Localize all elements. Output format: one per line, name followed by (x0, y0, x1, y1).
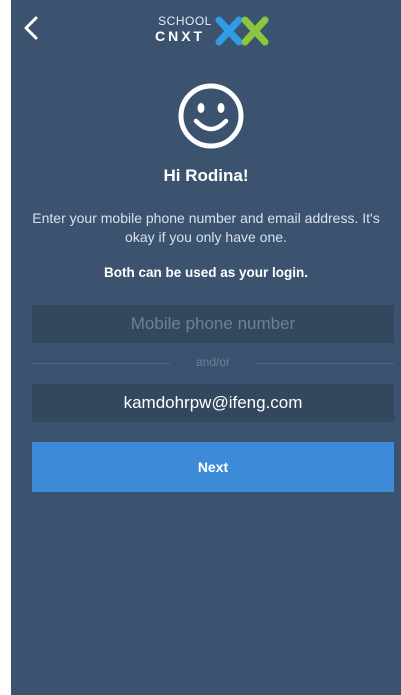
smiley-face-icon (178, 83, 244, 149)
logo-line-cnxt: CNXT (155, 28, 206, 44)
next-button[interactable]: Next (32, 442, 394, 492)
email-input[interactable] (32, 384, 394, 422)
instructions-text: Enter your mobile phone number and email… (32, 210, 380, 245)
logo-line-school: SCHOOL (158, 14, 212, 28)
back-button[interactable] (19, 12, 45, 44)
mobile-phone-input[interactable] (32, 305, 394, 343)
and-or-separator: and/or (32, 354, 394, 372)
greeting-heading: Hi Rodina! (163, 166, 249, 185)
app-logo: SCHOOL CNXT (155, 14, 271, 48)
separator-label: and/or (195, 355, 231, 369)
logo-wordmark: SCHOOL CNXT (155, 14, 215, 44)
separator-line-right (256, 363, 394, 364)
login-note: Both can be used as your login. (103, 265, 309, 280)
chevron-left-icon (24, 16, 38, 40)
screen: SCHOOL CNXT Hi Rodina! Enter your mobile… (11, 0, 401, 695)
logo-mark-icon (215, 16, 269, 46)
